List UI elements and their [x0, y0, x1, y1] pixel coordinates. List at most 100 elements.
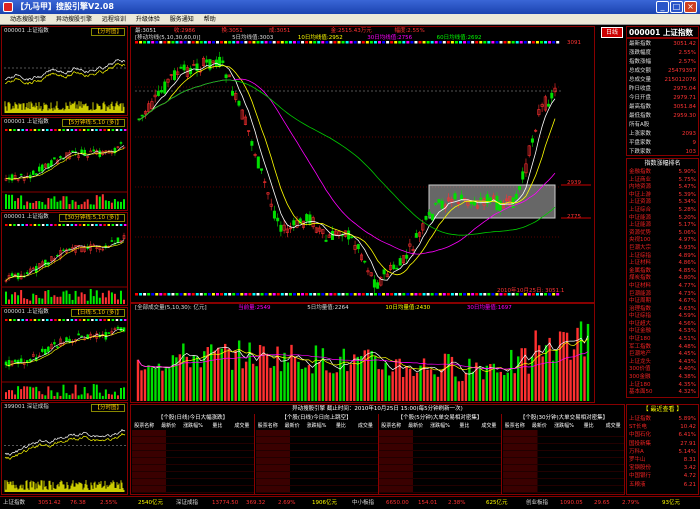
index-rank-panel[interactable]: 指数涨幅排名 金融指数 5.90% 上证商业 5.75% 内地资源 5.47% 中证上游 5.… — [626, 158, 699, 398]
table-row[interactable] — [132, 444, 254, 451]
recent-panel[interactable]: 【 最近查看 】 上证指数 5.89% ST长电 10.42 中国石化 6.41% 国投新集… — [626, 404, 699, 495]
column-header[interactable]: 量比 — [452, 422, 476, 430]
left-panel-5[interactable]: 399001 深证成指 【分时图】 — [1, 402, 128, 495]
volume-panel[interactable]: [全部成交量(5,10,30): 亿元] 当前量:2549 5日均量值:2264… — [130, 303, 595, 403]
column-header[interactable]: 股票名称 — [379, 422, 403, 430]
table-row[interactable] — [379, 486, 501, 493]
rank-row[interactable]: 上证资源 5.34% — [627, 199, 698, 207]
rank-row[interactable]: 中证综指 4.59% — [627, 313, 698, 321]
column-header[interactable]: 成交量 — [601, 422, 624, 430]
table-row[interactable] — [132, 486, 254, 493]
table-row[interactable] — [502, 444, 624, 451]
rank-row[interactable]: 中证周期 4.67% — [627, 298, 698, 306]
column-header[interactable]: 涨跌幅% — [181, 422, 205, 430]
column-header[interactable]: 涨跌幅% — [304, 422, 328, 430]
column-header[interactable]: 量比 — [329, 422, 353, 430]
minimize-button[interactable]: _ — [656, 1, 669, 13]
rank-row[interactable]: 中证180 4.51% — [627, 336, 698, 344]
table-row[interactable] — [255, 458, 378, 465]
table-row[interactable] — [379, 430, 501, 437]
table-row[interactable] — [379, 465, 501, 472]
table-row[interactable] — [502, 472, 624, 479]
recent-row[interactable]: 罗牛山 8.31 — [627, 456, 698, 464]
column-header[interactable]: 股票名称 — [132, 422, 156, 430]
table-row[interactable] — [502, 479, 624, 486]
table-row[interactable] — [379, 437, 501, 444]
column-header[interactable]: 最新价 — [403, 422, 427, 430]
rank-row[interactable]: 基本面50 4.32% — [627, 389, 698, 397]
maximize-button[interactable]: □ — [670, 1, 683, 13]
table-row[interactable] — [379, 472, 501, 479]
rank-row[interactable]: 上证材料 4.86% — [627, 260, 698, 268]
column-header[interactable]: 股票名称 — [256, 422, 280, 430]
table-row[interactable] — [132, 472, 254, 479]
table-row[interactable] — [502, 437, 624, 444]
table-row[interactable] — [255, 430, 378, 437]
table-row[interactable] — [132, 437, 254, 444]
abnormal-table[interactable]: 【个股(日线)今日向上跳空】 股票名称 最新价 涨跌幅% 量比 成交量 — [255, 414, 379, 494]
table-row[interactable] — [132, 451, 254, 458]
rank-row[interactable]: 煤炭指数 4.80% — [627, 275, 698, 283]
table-row[interactable] — [132, 458, 254, 465]
table-row[interactable] — [502, 451, 624, 458]
table-row[interactable] — [255, 444, 378, 451]
recent-row[interactable]: 五粮液 6.21 — [627, 481, 698, 489]
menu-service-notice[interactable]: 服务通知 — [166, 14, 198, 25]
table-row[interactable] — [255, 486, 378, 493]
menu-dynamic-search[interactable]: 动态搜股引擎 — [0, 14, 50, 25]
menu-upgrade[interactable]: 升级体验 — [132, 14, 164, 25]
table-row[interactable] — [132, 465, 254, 472]
column-header[interactable]: 量比 — [576, 422, 601, 430]
table-row[interactable] — [132, 479, 254, 486]
rank-row[interactable]: 上证能源 5.17% — [627, 222, 698, 230]
column-header[interactable]: 量比 — [205, 422, 229, 430]
table-row[interactable] — [255, 479, 378, 486]
recent-row[interactable]: 中国石化 6.41% — [627, 431, 698, 439]
table-row[interactable] — [255, 437, 378, 444]
column-header[interactable]: 股票名称 — [503, 422, 528, 430]
left-panel-3[interactable]: 000001 上证指数 【30分钟线:5,10 (多)】 — [1, 212, 128, 306]
column-header[interactable]: 涨跌幅% — [428, 422, 452, 430]
table-row[interactable] — [379, 451, 501, 458]
column-header[interactable]: 成交量 — [477, 422, 501, 430]
rank-row[interactable]: 金融指数 5.90% — [627, 169, 698, 177]
table-row[interactable] — [502, 458, 624, 465]
table-row[interactable] — [255, 465, 378, 472]
left-panel-2[interactable]: 000001 上证指数 【5分钟线:5,10 (多)】 — [1, 117, 128, 211]
left-panel-4[interactable]: 000001 上证指数 【日线:5,10 (多)】 — [1, 307, 128, 401]
table-row[interactable] — [132, 430, 254, 437]
column-header[interactable]: 最新价 — [280, 422, 304, 430]
rank-row[interactable]: 300金融 4.38% — [627, 374, 698, 382]
table-row[interactable] — [379, 444, 501, 451]
recent-row[interactable]: ST长电 10.42 — [627, 423, 698, 431]
rank-row[interactable]: 300价值 4.40% — [627, 366, 698, 374]
column-header[interactable]: 涨跌幅% — [552, 422, 577, 430]
rank-row[interactable]: 巨潮地产 4.45% — [627, 351, 698, 359]
rank-row[interactable]: 中证金融 4.53% — [627, 328, 698, 336]
column-header[interactable]: 最新价 — [156, 422, 180, 430]
close-button[interactable]: × — [684, 1, 697, 13]
column-header[interactable]: 成交量 — [353, 422, 377, 430]
rank-row[interactable]: 中证材料 4.77% — [627, 283, 698, 291]
rank-row[interactable]: 巨潮大宗 4.93% — [627, 245, 698, 253]
rank-row[interactable]: 上证综指 4.89% — [627, 253, 698, 261]
recent-row[interactable]: 国投新集 27.91 — [627, 440, 698, 448]
table-row[interactable] — [502, 465, 624, 472]
rank-row[interactable]: 内地资源 5.47% — [627, 184, 698, 192]
table-row[interactable] — [255, 472, 378, 479]
rank-row[interactable]: 上证综合 5.28% — [627, 207, 698, 215]
column-header[interactable]: 成交量 — [230, 422, 254, 430]
recent-row[interactable]: 万科A 5.14% — [627, 448, 698, 456]
table-row[interactable] — [379, 479, 501, 486]
abnormal-table[interactable]: 【个股(日线)今日大幅涨跌】 股票名称 最新价 涨跌幅% 量比 成交量 — [132, 414, 255, 494]
table-row[interactable] — [502, 486, 624, 493]
abnormal-table[interactable]: 【个股(30分钟)大单交易相对密集】 股票名称 最新价 涨跌幅% 量比 成交量 — [502, 414, 624, 494]
recent-row[interactable]: 中国银行 4.72 — [627, 472, 698, 480]
rank-row[interactable]: 央视100 4.97% — [627, 237, 698, 245]
rank-row[interactable]: 巨潮能源 4.73% — [627, 291, 698, 299]
menu-abnormal-search[interactable]: 异动搜股引擎 — [52, 14, 96, 25]
column-header[interactable]: 最新价 — [527, 422, 552, 430]
recent-row[interactable]: 上证指数 5.89% — [627, 415, 698, 423]
main-kline-panel[interactable]: 最:3051 收:2986 换:3051 成:3051 金:2515.43万元 … — [130, 26, 595, 303]
table-row[interactable] — [255, 451, 378, 458]
